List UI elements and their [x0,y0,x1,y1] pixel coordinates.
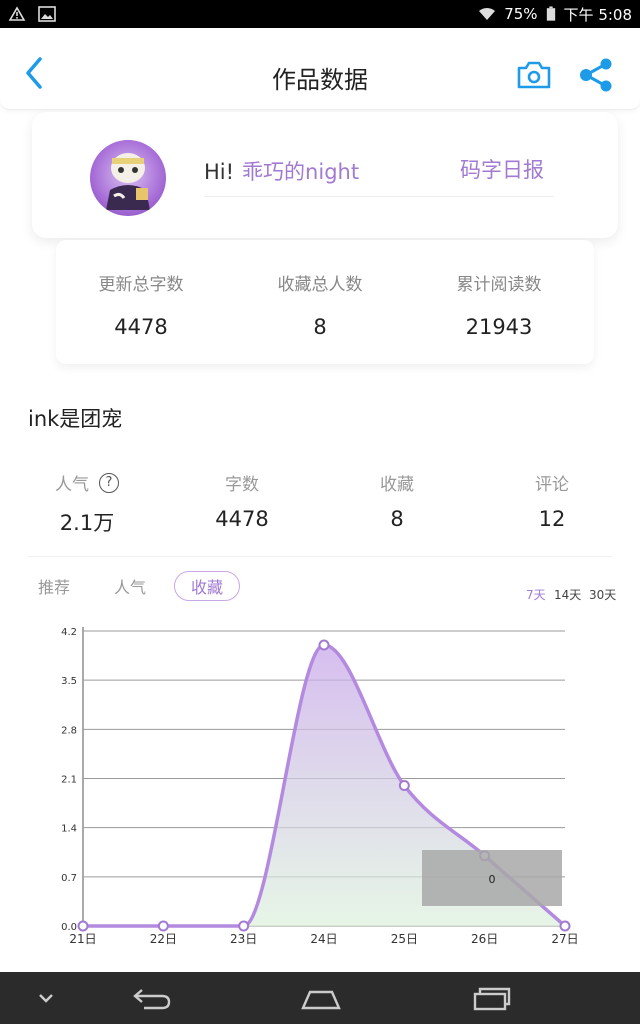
back-icon[interactable] [132,984,172,1012]
hide-keyboard-icon[interactable] [36,984,56,1012]
work-title: ink是团宠 [28,407,123,431]
total-words-value: 4478 [114,315,168,339]
stat-words-value: 4478 [215,507,269,531]
camera-icon[interactable] [516,60,552,90]
greeting-text: Hi! [204,160,235,184]
data-point[interactable] [238,920,250,932]
stat-comments: 评论 12 [487,470,617,531]
total-reads: 累计阅读数 21943 [409,270,589,339]
total-favorites-value: 8 [313,315,327,339]
y-tick-label: 0.7 [61,873,77,884]
greeting: Hi! 乖巧的night [204,156,359,186]
data-point[interactable] [77,920,89,932]
total-words: 更新总字数 4478 [51,270,231,339]
stat-favorites: 收藏 8 [332,470,462,531]
avatar [90,140,166,216]
avatar-illustration [106,153,150,210]
range-7-days[interactable]: 7天 [526,586,546,603]
total-words-label: 更新总字数 [98,275,184,295]
profile-card: Hi! 乖巧的night 码字日报 [32,112,618,238]
stat-popularity-label: 人气 [55,475,89,495]
recent-apps-icon[interactable] [472,984,512,1012]
total-reads-label: 累计阅读数 [456,275,542,295]
totals-card: 更新总字数 4478 收藏总人数 8 累计阅读数 21943 [56,240,594,364]
x-tick-label: 25日 [391,932,418,946]
y-tick-label: 2.1 [61,775,77,786]
x-tick-label: 23日 [230,932,257,946]
tab-recommend[interactable]: 推荐 [38,574,70,598]
battery-level: 75% [504,5,538,23]
stat-popularity: 人气? 2.1万 [22,470,152,537]
status-bar: 75% 下午 5:08 [0,0,640,28]
username: 乖巧的night [242,160,360,184]
stat-favorites-label: 收藏 [380,475,414,495]
x-tick-label: 21日 [69,932,96,946]
x-tick-label: 22日 [150,932,177,946]
divider [28,556,612,557]
stat-popularity-value: 2.1万 [59,511,115,535]
data-point[interactable] [398,780,410,792]
home-icon[interactable] [300,984,342,1012]
x-tick-label: 27日 [551,932,578,946]
daily-report-link[interactable]: 码字日报 [460,154,544,184]
notification-icon [8,6,26,21]
total-favorites: 收藏总人数 8 [230,270,410,339]
y-tick-label: 4.2 [61,627,77,638]
tab-favorites[interactable]: 收藏 [174,571,241,601]
help-icon[interactable]: ? [99,472,119,493]
data-point[interactable] [157,920,169,932]
data-point[interactable] [318,639,330,651]
stat-comments-label: 评论 [535,475,569,495]
stat-words-label: 字数 [225,475,259,495]
y-tick-label: 1.4 [61,824,77,835]
share-icon[interactable] [578,58,614,92]
battery-icon [546,6,555,21]
image-icon [38,6,56,22]
app-bar: 作品数据 [0,28,640,110]
system-nav-bar [0,972,640,1024]
screen: { "status_bar": { "battery": "75%", "tim… [0,0,640,1024]
total-reads-value: 21943 [465,315,533,339]
data-point[interactable] [559,920,571,932]
clock: 下午 5:08 [563,5,632,24]
tooltip-value: 0 [489,873,496,886]
y-tick-label: 2.8 [61,725,77,736]
chart-tooltip: 0 [422,850,562,906]
total-favorites-label: 收藏总人数 [277,275,363,295]
wifi-icon [479,7,496,20]
x-tick-label: 26日 [471,932,498,946]
stat-words: 字数 4478 [177,470,307,531]
tab-popularity[interactable]: 人气 [114,574,146,598]
stat-favorites-value: 8 [390,507,404,531]
x-tick-label: 24日 [310,932,337,946]
stat-comments-value: 12 [538,507,566,531]
y-tick-label: 3.5 [61,676,77,687]
range-14-days[interactable]: 14天 [554,586,581,603]
favorites-chart: 0.00.71.42.12.83.54.2 21日 22日 23日 24日 25日 26日… [61,627,579,946]
divider [204,196,554,197]
range-30-days[interactable]: 30天 [589,586,616,603]
